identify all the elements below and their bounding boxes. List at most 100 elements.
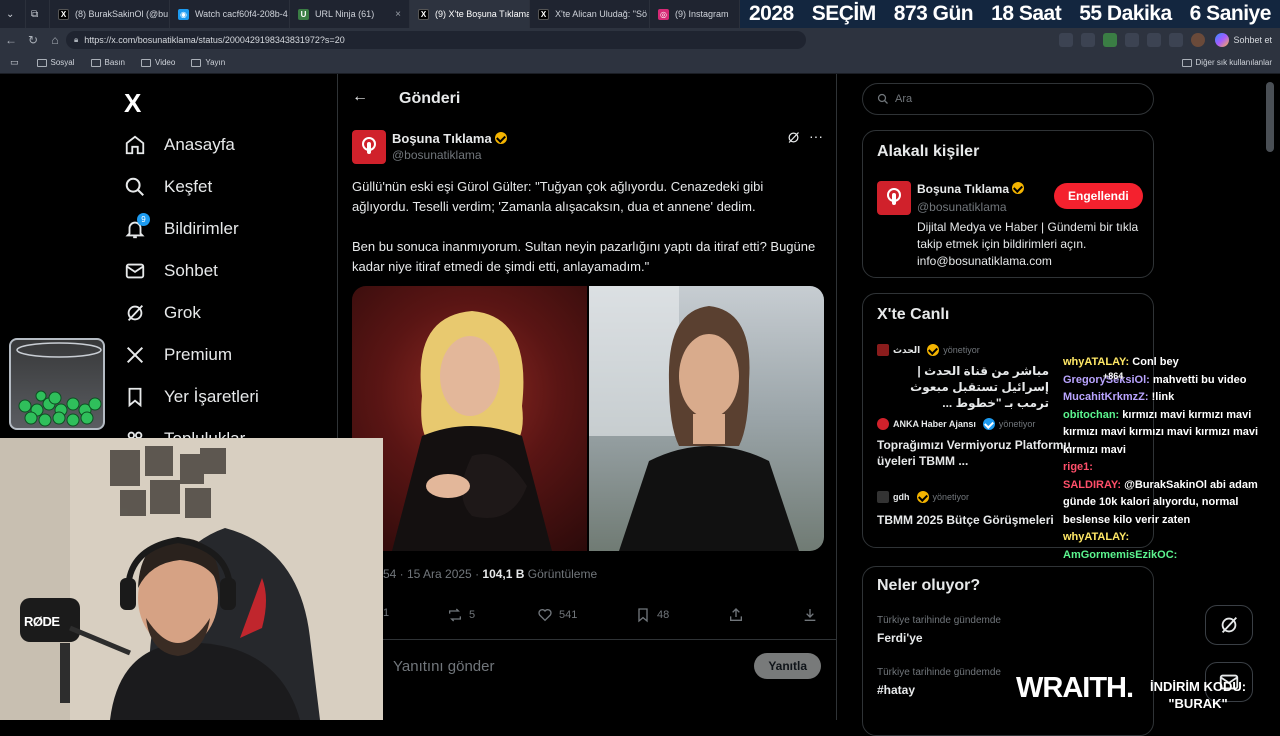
verified-icon <box>916 491 929 503</box>
bookmarks-menu-icon[interactable]: ▭ <box>10 57 19 68</box>
repost-action[interactable]: 5 <box>447 607 475 623</box>
nav-item-grok[interactable]: Grok <box>124 302 201 324</box>
browser-tab-5[interactable]: ◎ (9) Instagram <box>650 0 740 28</box>
browser-tab-4[interactable]: X X'te Alican Uludağ: "Sö × <box>530 0 650 28</box>
search-icon <box>125 177 144 196</box>
bookmark-folder[interactable]: Yayın <box>191 58 225 67</box>
back-arrow-icon[interactable]: ← <box>352 88 368 106</box>
chat-message: rige1: <box>1063 461 1093 473</box>
folder-icon <box>191 58 202 67</box>
blocked-button[interactable]: Engellendi <box>1054 183 1143 209</box>
live-host[interactable]: gdh yönetiyor <box>877 491 969 503</box>
post-paragraph: Güllü'nün eski eşi Gürol Gülter: "Tuğyan… <box>352 179 764 214</box>
live-host[interactable]: ANKA Haber Ajansı yönetiyor <box>877 418 1035 430</box>
trend-context: Türkiye tarihinde gündemde <box>877 667 1001 678</box>
nav-item-explore[interactable]: Keşfet <box>124 176 212 198</box>
bookmark-folder[interactable]: Video <box>141 58 175 67</box>
bookmark-action[interactable]: 48 <box>635 607 669 623</box>
author-handle[interactable]: @bosunatiklama <box>392 148 482 162</box>
extension-icon[interactable] <box>1081 33 1096 47</box>
page-scrollbar[interactable] <box>1266 82 1274 152</box>
folder-icon <box>141 58 151 67</box>
jar-overlay <box>9 338 105 430</box>
hand-pointer-icon <box>362 137 376 154</box>
nav-item-bookmarks[interactable]: Yer İşaretleri <box>124 386 259 408</box>
author-avatar[interactable] <box>352 130 386 164</box>
copilot-icon <box>1215 33 1230 47</box>
avatar[interactable] <box>1191 33 1206 47</box>
chat-message: AmGormemisEzikOC: <box>1063 548 1178 561</box>
lock-icon: 🔒︎ <box>74 35 79 44</box>
download-action[interactable] <box>802 607 818 623</box>
trend-item[interactable]: Ferdi'ye <box>877 631 923 645</box>
tab-workspaces[interactable]: ⧉ <box>26 0 50 28</box>
instagram-favicon-icon: ◎ <box>658 8 669 20</box>
browser-tab-2[interactable]: U URL Ninja (61) × <box>290 0 410 28</box>
bookmark-folder[interactable]: Basın <box>90 58 125 67</box>
favorites-icon[interactable] <box>1147 33 1162 47</box>
other-bookmarks[interactable]: Diğer sık kullanılanlar <box>1181 58 1272 67</box>
url-ninja-favicon-icon: U <box>298 8 309 20</box>
url-field[interactable]: 🔒︎ https://x.com/bosunatiklama/status/20… <box>66 31 806 49</box>
post-photo-1[interactable] <box>352 286 587 551</box>
copilot-button[interactable]: Sohbet et <box>1215 33 1272 47</box>
x-favicon-icon: X <box>418 8 429 20</box>
tab-menu[interactable]: ⌄ <box>0 0 26 28</box>
nav-item-premium[interactable]: Premium <box>124 344 232 366</box>
reload-icon[interactable]: ↻ <box>22 33 44 47</box>
chat-message: SALDIRAY: @BurakSakinOl abi adam günde 1… <box>1063 478 1258 526</box>
webcam-scene-icon <box>0 438 383 720</box>
post-photo-2[interactable] <box>589 286 824 551</box>
post-meta: 54 · 15 Ara 2025 · 104,1 B Görüntüleme <box>383 567 598 581</box>
live-host[interactable]: الحدث yönetiyor <box>877 344 980 356</box>
promo-code-text: İNDİRİM KODU: "BURAK" <box>1150 679 1247 711</box>
live-item-title[interactable]: مباشر من قناة الحدث | إسرائيل تستقبل مبع… <box>877 363 1049 411</box>
trend-item[interactable]: #hatay <box>877 683 915 697</box>
reply-button[interactable]: Yanıtla <box>754 653 821 679</box>
chat-message: whyATALAY: <box>1063 531 1130 543</box>
nav-item-home[interactable]: Anasayfa <box>124 134 235 156</box>
live-title: X'te Canlı <box>877 306 950 323</box>
post-paragraph: Ben bu sonuca inanmıyorum. Sultan neyin … <box>352 239 816 274</box>
extension-icon[interactable] <box>1059 33 1074 47</box>
close-icon[interactable]: × <box>395 9 401 20</box>
more-icon[interactable]: ··· <box>809 128 823 144</box>
bookmark-folder[interactable]: Sosyal <box>36 58 75 67</box>
trend-context: Türkiye tarihinde gündemde <box>877 615 1001 626</box>
x-logo[interactable]: X <box>124 88 141 119</box>
nav-item-notifications[interactable]: 9 Bildirimler <box>124 213 239 240</box>
host-avatar <box>877 344 889 356</box>
grok-icon[interactable] <box>786 130 801 150</box>
like-action[interactable]: 541 <box>537 607 577 623</box>
back-icon[interactable]: ← <box>0 33 22 47</box>
related-bio: Dijital Medya ve Haber | Gündemi bir tık… <box>917 220 1139 268</box>
related-avatar[interactable] <box>877 181 911 215</box>
workspaces-icon: ⧉ <box>31 8 39 20</box>
browser-tab-0[interactable]: X (8) BurakSakinOl (@bu × <box>50 0 170 28</box>
sponsor-logo: WRAITH. <box>1016 672 1134 704</box>
settings-icon[interactable] <box>1169 33 1184 47</box>
post-time[interactable]: 54 · 15 Ara 2025 · <box>383 567 482 581</box>
mic-brand-label: RØDE <box>24 614 60 629</box>
reply-action[interactable]: 1 <box>383 607 389 619</box>
related-name[interactable]: Boşuna Tıklama <box>917 182 1025 196</box>
browser-tab-3[interactable]: X (9) X'te Boşuna Tıklama × <box>410 0 530 28</box>
post-column: ← Gönderi Boşuna Tıklama @bosunatiklama … <box>337 74 837 720</box>
countdown-days: 873 Gün <box>893 2 974 25</box>
browser-tab-1[interactable]: ◉ Watch cacf60f4-208b-4 × <box>170 0 290 28</box>
search-input[interactable]: Ara <box>862 83 1154 115</box>
home-button-icon[interactable]: ⌂ <box>44 33 66 47</box>
nav-item-messages[interactable]: Sohbet <box>124 260 218 282</box>
watch-favicon-icon: ◉ <box>178 8 189 20</box>
folder-icon <box>1181 58 1192 67</box>
author-name[interactable]: Boşuna Tıklama <box>392 131 507 146</box>
grok-float-button[interactable] <box>1205 605 1253 645</box>
extension-icon[interactable] <box>1103 33 1118 47</box>
share-action[interactable] <box>728 607 744 623</box>
countdown-label: SEÇİM <box>811 2 877 25</box>
x-icon <box>126 346 144 364</box>
live-item-title[interactable]: Toprağımızı Vermiyoruz Platformu üyeleri… <box>877 437 1077 469</box>
chat-badge-count: +864 <box>1103 370 1124 381</box>
reply-input[interactable]: Yanıtını gönder <box>393 658 494 675</box>
extension-icon[interactable] <box>1125 33 1140 47</box>
